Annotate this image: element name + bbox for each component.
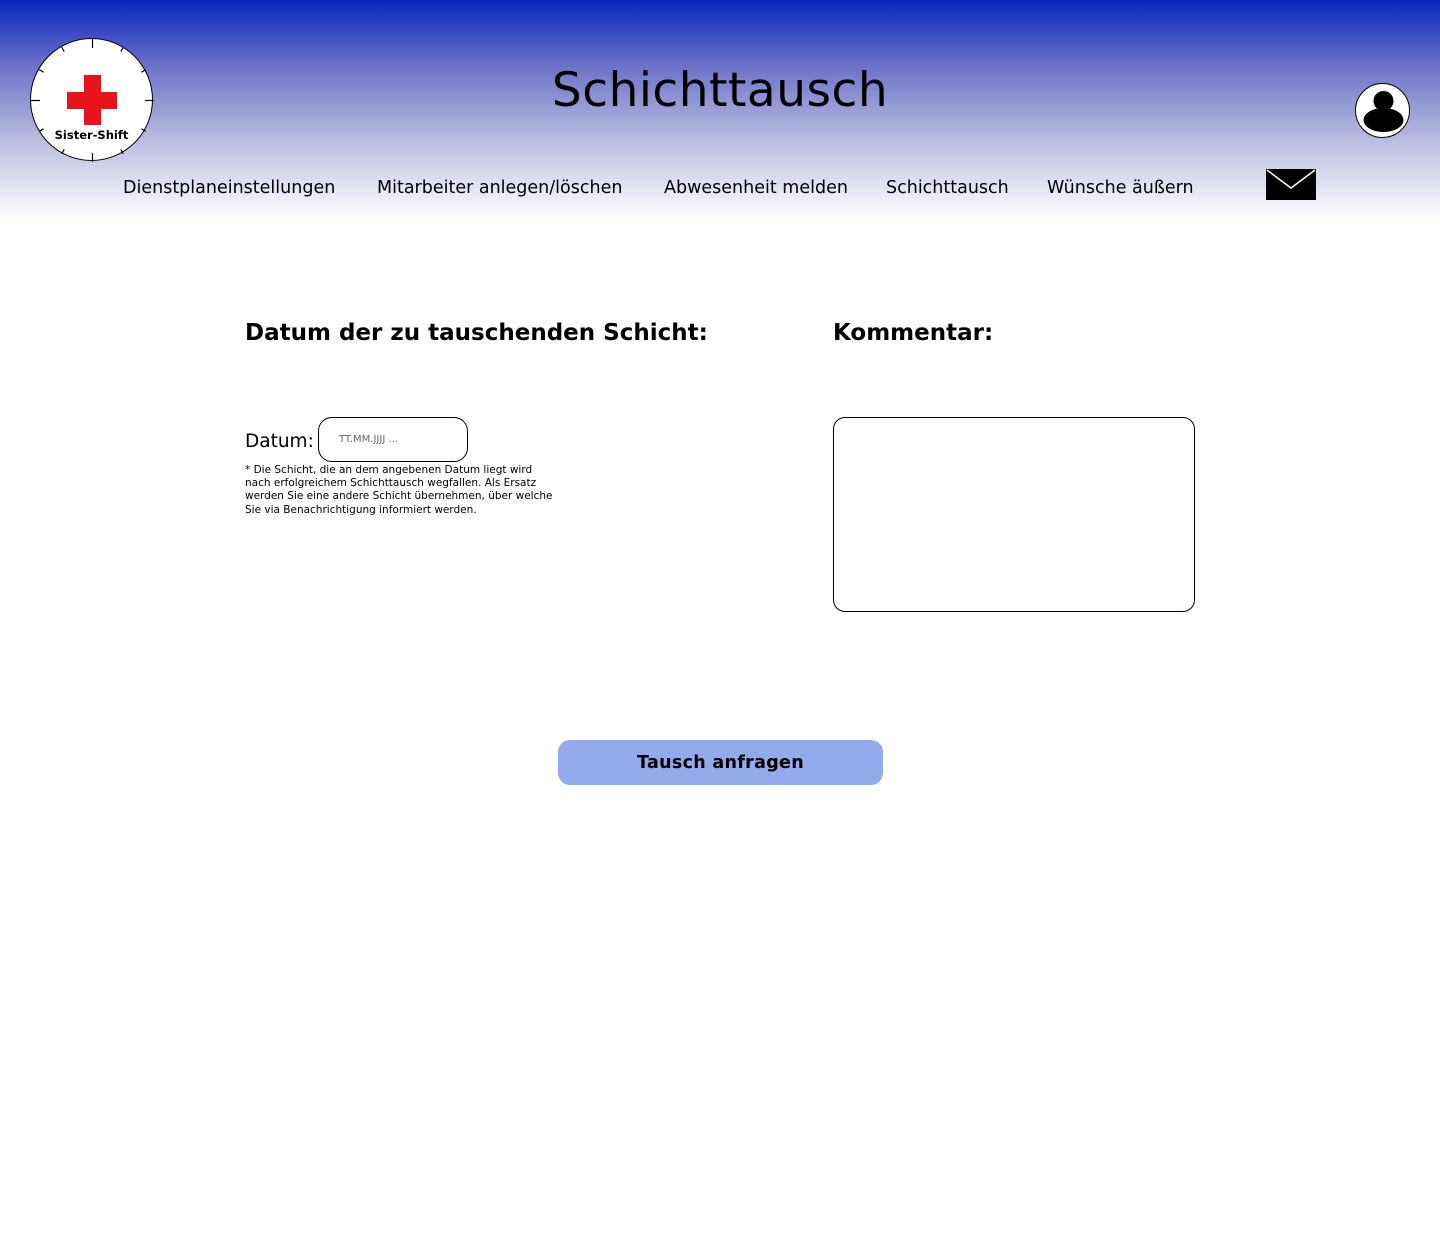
date-label: Datum: <box>245 431 314 452</box>
logo-text: Sister-Shift <box>54 128 129 142</box>
nav-item-schichttausch[interactable]: Schichttausch <box>886 176 1009 200</box>
mail-button[interactable] <box>1266 169 1316 200</box>
comment-section-title: Kommentar: <box>833 320 994 346</box>
envelope-icon <box>1266 169 1316 200</box>
date-hint-text: * Die Schicht, die an dem angebenen Datu… <box>245 464 553 516</box>
nav-item-dienstplaneinstellungen[interactable]: Dienstplaneinstellungen <box>123 176 335 200</box>
profile-button[interactable] <box>1355 83 1410 138</box>
nav-item-mitarbeiter[interactable]: Mitarbeiter anlegen/löschen <box>377 176 622 200</box>
date-input[interactable] <box>318 417 468 462</box>
request-swap-button[interactable]: Tausch anfragen <box>558 740 883 785</box>
page-title: Schichttausch <box>551 63 889 118</box>
nav-item-abwesenheit[interactable]: Abwesenheit melden <box>664 176 848 200</box>
comment-textarea[interactable] <box>833 417 1195 612</box>
nav-item-wuensche[interactable]: Wünsche äußern <box>1047 176 1194 200</box>
header: Sister-Shift Schichttausch Dienstplanein… <box>0 0 1440 220</box>
user-avatar-icon <box>1363 91 1404 132</box>
date-section-title: Datum der zu tauschenden Schicht: <box>245 320 708 346</box>
